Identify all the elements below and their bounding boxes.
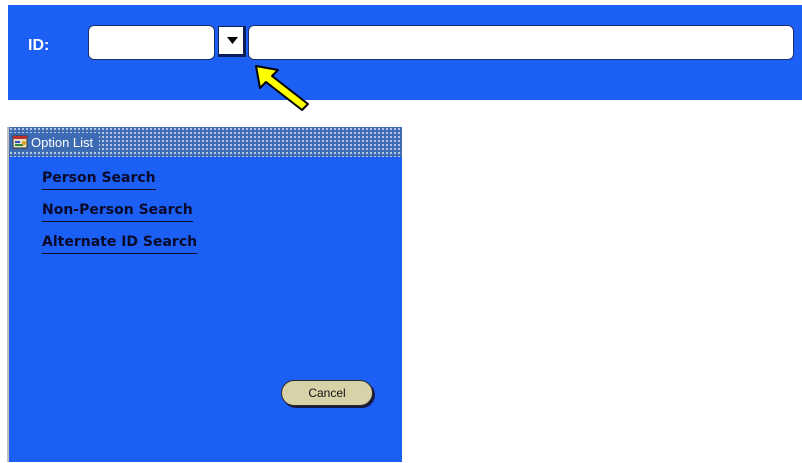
- person-search-link[interactable]: Person Search: [42, 170, 156, 190]
- id-form-bar: ID:: [8, 5, 802, 100]
- name-display-field[interactable]: [248, 25, 794, 60]
- id-dropdown-button[interactable]: [218, 26, 246, 57]
- non-person-search-link[interactable]: Non-Person Search: [42, 202, 193, 222]
- cancel-button[interactable]: Cancel: [281, 380, 373, 406]
- yellow-arrow-icon: [255, 65, 309, 111]
- option-list-title: Option List: [31, 134, 94, 150]
- triangle-down-icon: [227, 37, 238, 44]
- option-list-window: Option List Person Search Non-Person Sea…: [7, 127, 402, 462]
- app-window-icon: [12, 135, 28, 149]
- alternate-id-search-link[interactable]: Alternate ID Search: [42, 234, 198, 254]
- id-input[interactable]: [88, 25, 215, 60]
- option-list-title-bar[interactable]: Option List: [9, 127, 402, 157]
- id-label: ID:: [28, 37, 50, 54]
